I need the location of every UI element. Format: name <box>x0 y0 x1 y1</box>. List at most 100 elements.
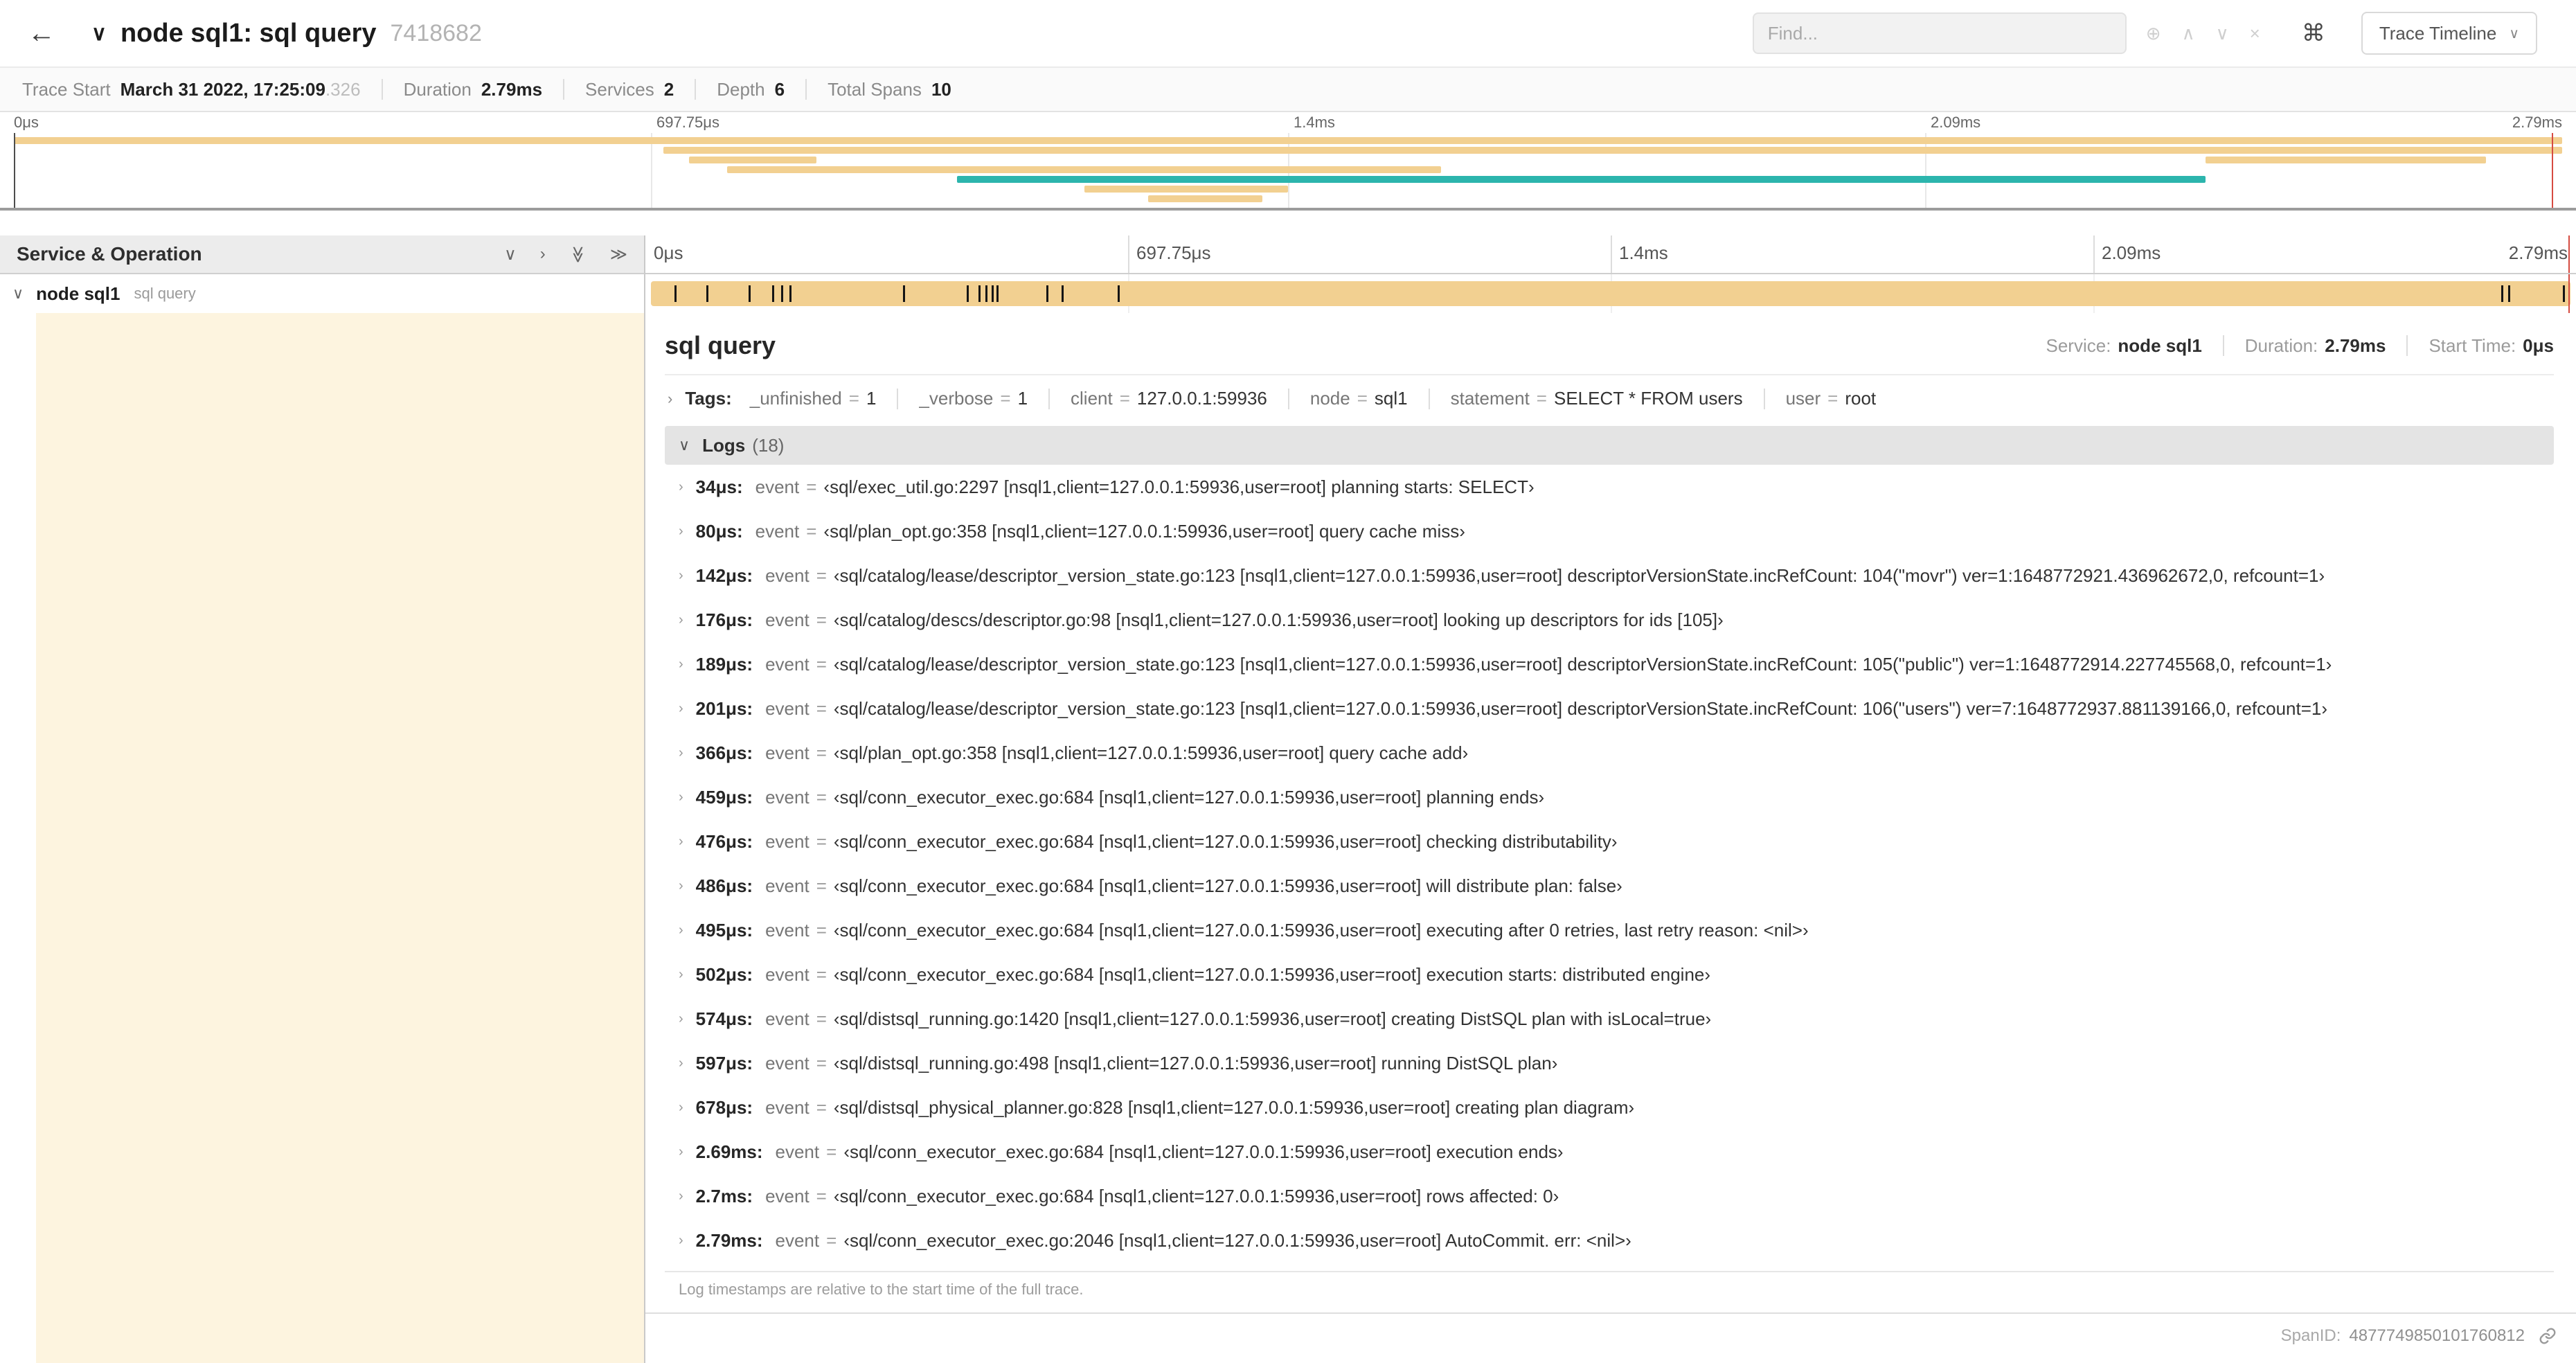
meta-label: Duration: <box>2244 335 2318 356</box>
log-marker[interactable] <box>1062 285 1064 302</box>
chevron-down-icon[interactable]: ∨ <box>12 285 24 303</box>
log-timestamp: 34μs: <box>695 476 743 497</box>
log-entry[interactable]: › 476μs: event = ‹sql/conn_executor_exec… <box>665 819 2554 864</box>
chevron-right-icon[interactable]: › <box>679 1055 683 1071</box>
log-marker[interactable] <box>749 285 751 302</box>
chevron-right-icon[interactable]: › <box>679 923 683 938</box>
log-entry[interactable]: › 142μs: event = ‹sql/catalog/lease/desc… <box>665 553 2554 598</box>
chevron-right-icon[interactable]: › <box>679 568 683 584</box>
log-entry[interactable]: › 459μs: event = ‹sql/conn_executor_exec… <box>665 775 2554 819</box>
log-entry[interactable]: › 495μs: event = ‹sql/conn_executor_exec… <box>665 908 2554 952</box>
log-entry[interactable]: › 201μs: event = ‹sql/catalog/lease/desc… <box>665 686 2554 731</box>
span-timeline-cell[interactable] <box>645 274 2576 313</box>
log-marker[interactable] <box>2562 285 2565 302</box>
log-marker[interactable] <box>789 285 791 302</box>
keyboard-shortcuts-button[interactable]: ⌘ <box>2293 18 2334 48</box>
meta-value: node sql1 <box>2118 335 2202 356</box>
equals-sign: = <box>848 388 859 409</box>
expand-one-icon[interactable]: › <box>540 244 546 264</box>
log-entry[interactable]: › 678μs: event = ‹sql/distsql_physical_p… <box>665 1085 2554 1130</box>
focus-matches-icon[interactable]: ⊕ <box>2146 23 2161 44</box>
span-detail-left-column <box>0 313 645 1363</box>
tag-item[interactable]: node = sql1 <box>1310 388 1408 409</box>
log-marker[interactable] <box>674 285 677 302</box>
log-entry[interactable]: › 176μs: event = ‹sql/catalog/descs/desc… <box>665 598 2554 642</box>
log-marker[interactable] <box>978 285 981 302</box>
chevron-right-icon[interactable]: › <box>679 1144 683 1160</box>
log-entry[interactable]: › 80μs: event = ‹sql/plan_opt.go:358 [ns… <box>665 509 2554 553</box>
tag-item[interactable]: user = root <box>1786 388 1877 409</box>
log-marker[interactable] <box>1117 285 1120 302</box>
minimap-canvas[interactable] <box>14 133 2562 208</box>
chevron-right-icon[interactable]: › <box>679 524 683 540</box>
span-name-cell[interactable]: ∨ node sql1 sql query <box>0 274 645 313</box>
timeline-minimap[interactable]: 0μs 697.75μs 1.4ms 2.09ms 2.79ms <box>0 112 2576 211</box>
log-entry[interactable]: › 189μs: event = ‹sql/catalog/lease/desc… <box>665 642 2554 686</box>
tag-item[interactable]: statement = SELECT * FROM users <box>1451 388 1743 409</box>
tag-item[interactable]: client = 127.0.0.1:59936 <box>1071 388 1267 409</box>
log-field-value: ‹sql/conn_executor_exec.go:684 [nsql1,cl… <box>833 830 1618 852</box>
chevron-down-icon[interactable]: ∨ <box>679 436 690 454</box>
expand-all-icon[interactable]: ≫ <box>610 244 627 265</box>
log-field-value: ‹sql/exec_util.go:2297 [nsql1,client=127… <box>823 476 1535 497</box>
chevron-right-icon[interactable]: › <box>679 701 683 717</box>
logs-footnote: Log timestamps are relative to the start… <box>665 1271 2554 1312</box>
tag-item[interactable]: _unfinished = 1 <box>750 388 877 409</box>
log-marker[interactable] <box>781 285 784 302</box>
log-marker[interactable] <box>772 285 775 302</box>
chevron-right-icon[interactable]: › <box>679 612 683 628</box>
log-marker[interactable] <box>2501 285 2504 302</box>
chevron-right-icon[interactable]: › <box>679 657 683 672</box>
log-marker[interactable] <box>1046 285 1048 302</box>
collapse-one-icon[interactable]: ∨ <box>504 244 517 265</box>
chevron-right-icon[interactable]: › <box>679 479 683 495</box>
tags-row[interactable]: › Tags: _unfinished = 1 _verbose = 1 cli… <box>665 374 2554 422</box>
chevron-right-icon[interactable]: › <box>679 790 683 805</box>
log-marker[interactable] <box>902 285 905 302</box>
log-field-key: event <box>755 520 800 542</box>
chevron-right-icon[interactable]: › <box>679 834 683 850</box>
range-start-scrubber[interactable] <box>14 133 15 208</box>
chevron-right-icon[interactable]: › <box>679 745 683 761</box>
chevron-right-icon[interactable]: › <box>679 1011 683 1027</box>
log-entry[interactable]: › 366μs: event = ‹sql/plan_opt.go:358 [n… <box>665 731 2554 775</box>
log-field-value: ‹sql/conn_executor_exec.go:684 [nsql1,cl… <box>833 875 1622 896</box>
log-entry[interactable]: › 2.69ms: event = ‹sql/conn_executor_exe… <box>665 1130 2554 1174</box>
log-entry[interactable]: › 574μs: event = ‹sql/distsql_running.go… <box>665 997 2554 1041</box>
log-entry[interactable]: › 34μs: event = ‹sql/exec_util.go:2297 [… <box>665 465 2554 509</box>
chevron-right-icon[interactable]: › <box>679 1233 683 1249</box>
clear-find-icon[interactable]: × <box>2250 23 2260 44</box>
chevron-right-icon[interactable]: › <box>679 878 683 894</box>
log-timestamp: 189μs: <box>695 653 753 675</box>
log-marker[interactable] <box>992 285 994 302</box>
tag-item[interactable]: _verbose = 1 <box>919 388 1028 409</box>
log-marker[interactable] <box>967 285 969 302</box>
log-entry[interactable]: › 2.7ms: event = ‹sql/conn_executor_exec… <box>665 1174 2554 1218</box>
chevron-right-icon[interactable]: › <box>668 390 672 408</box>
log-entry[interactable]: › 2.79ms: event = ‹sql/conn_executor_exe… <box>665 1218 2554 1263</box>
prev-match-icon[interactable]: ∧ <box>2182 23 2195 44</box>
log-marker[interactable] <box>985 285 988 302</box>
find-input[interactable] <box>1752 12 2127 54</box>
link-icon[interactable] <box>2539 1327 2557 1345</box>
log-marker[interactable] <box>706 285 708 302</box>
collapse-all-icon[interactable]: ≫ <box>568 245 588 262</box>
log-entry[interactable]: › 486μs: event = ‹sql/conn_executor_exec… <box>665 864 2554 908</box>
log-marker[interactable] <box>996 285 999 302</box>
chevron-right-icon[interactable]: › <box>679 967 683 983</box>
trace-collapse-chevron-icon[interactable]: ∨ <box>91 21 107 46</box>
ruler-gridline <box>1611 235 1612 273</box>
span-row[interactable]: ∨ node sql1 sql query <box>0 274 2576 313</box>
log-entry[interactable]: › 502μs: event = ‹sql/conn_executor_exec… <box>665 952 2554 997</box>
chevron-right-icon[interactable]: › <box>679 1100 683 1116</box>
log-marker[interactable] <box>2508 285 2511 302</box>
log-entry[interactable]: › 597μs: event = ‹sql/distsql_running.go… <box>665 1041 2554 1085</box>
logs-header[interactable]: ∨ Logs (18) <box>665 426 2554 465</box>
span-duration-bar[interactable] <box>651 281 2570 306</box>
log-timestamp: 486μs: <box>695 875 753 896</box>
back-button[interactable]: ← <box>14 15 69 52</box>
next-match-icon[interactable]: ∨ <box>2216 23 2229 44</box>
summary-value-fraction: .326 <box>325 78 361 100</box>
chevron-right-icon[interactable]: › <box>679 1188 683 1204</box>
trace-view-dropdown[interactable]: Trace Timeline ∨ <box>2361 12 2537 55</box>
